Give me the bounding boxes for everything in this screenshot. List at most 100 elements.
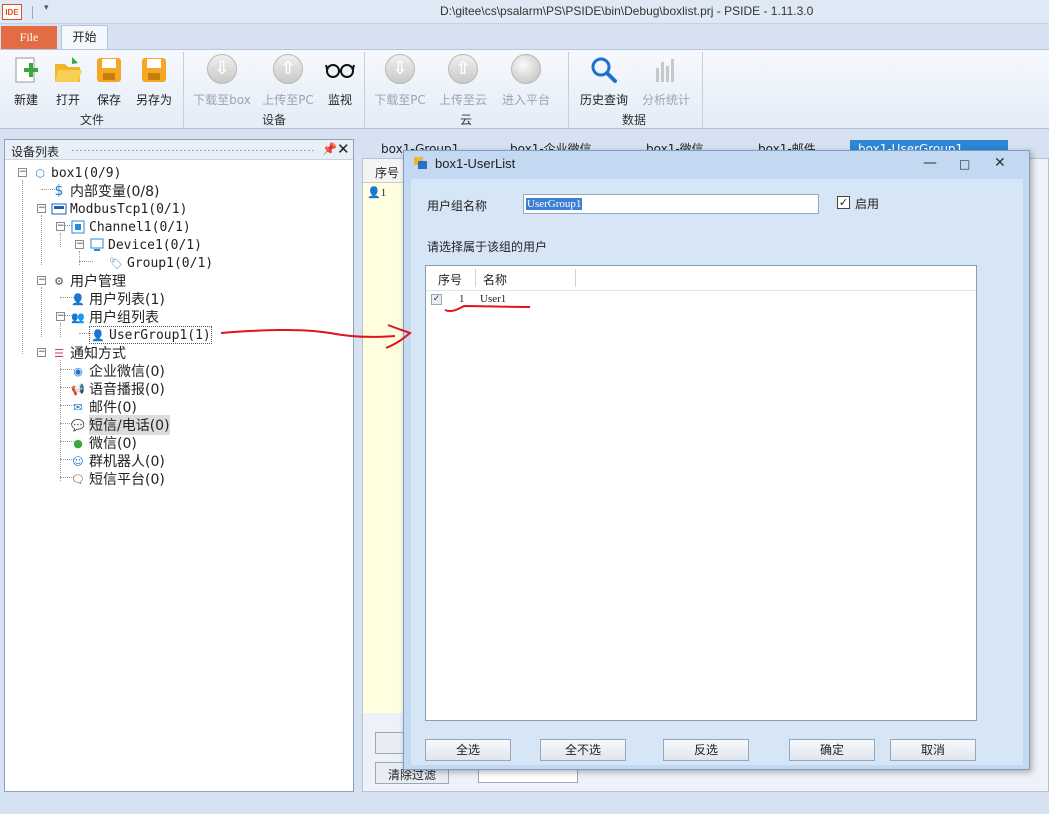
tree-expander[interactable]: − xyxy=(56,222,65,231)
enable-checkbox[interactable]: ✓ xyxy=(837,196,850,209)
tag-icon: 🏷 xyxy=(109,256,123,270)
save-as-button[interactable]: 另存为 xyxy=(133,54,175,108)
chart-icon xyxy=(650,54,682,86)
new-button[interactable]: 新建 xyxy=(8,54,44,108)
tree-node-device1[interactable]: Device1(0/1) xyxy=(89,236,202,254)
cancel-button[interactable]: 取消 xyxy=(890,739,976,761)
email-icon: ✉ xyxy=(73,400,83,414)
tree-node-notification-methods[interactable]: ☰ 通知方式 xyxy=(51,344,126,362)
save-icon xyxy=(93,54,125,86)
quick-access-dropdown-icon[interactable]: ▾ xyxy=(44,3,49,13)
group-name-label: 用户组名称 xyxy=(427,199,488,213)
group-name-input[interactable]: UserGroup1 xyxy=(523,194,819,214)
tree-node-sms-platform[interactable]: 🗨 短信平台(0) xyxy=(70,470,165,488)
window-title: D:\gitee\cs\psalarm\PS\PSIDE\bin\Debug\b… xyxy=(440,4,814,18)
user-icon: 👤 xyxy=(367,186,381,199)
enter-platform-button[interactable]: 进入平台 xyxy=(496,54,556,108)
tree-node-usergroup1[interactable]: 👤 UserGroup1(1) xyxy=(89,326,212,344)
group-label-device: 设备 xyxy=(261,113,286,127)
upload-icon: ⇧ xyxy=(447,54,479,86)
pin-icon[interactable]: 📌 xyxy=(322,142,337,156)
monitor-button[interactable]: 监视 xyxy=(322,54,358,108)
user-list: 序号 名称 ✓ 1 User1 xyxy=(425,265,977,721)
speaker-icon: 📢 xyxy=(71,382,85,396)
channel-icon xyxy=(70,219,86,235)
row-name: User1 xyxy=(480,293,507,305)
group-separator xyxy=(568,52,569,128)
select-none-button[interactable]: 全不选 xyxy=(540,739,626,761)
globe-icon xyxy=(510,54,542,86)
close-icon[interactable]: ✕ xyxy=(337,140,350,158)
close-icon[interactable]: ✕ xyxy=(994,155,1006,171)
open-folder-icon xyxy=(52,54,84,86)
robot-icon: ☺ xyxy=(72,454,84,468)
list-item[interactable]: ✓ 1 User1 xyxy=(426,291,976,309)
column-header-no[interactable]: 序号 xyxy=(438,271,462,288)
tree-node-modbustcp1[interactable]: ModbusTcp1(0/1) xyxy=(51,200,187,218)
maximize-icon[interactable]: □ xyxy=(959,157,970,171)
upload-to-cloud-button[interactable]: ⇧ 上传至云 xyxy=(434,54,492,108)
tree-expander[interactable]: − xyxy=(37,276,46,285)
tree-expander[interactable]: − xyxy=(56,312,65,321)
list-header: 序号 名称 xyxy=(426,266,976,291)
ribbon-toolbar: 新建 打开 保存 另存为 文件 ⇩ 下载至box ⇧ 上传至PC 监视 设备 ⇩… xyxy=(0,49,1049,129)
download-to-pc-button[interactable]: ⇩ 下载至PC xyxy=(370,54,430,108)
upload-to-pc-button[interactable]: ⇧ 上传至PC xyxy=(258,54,318,108)
select-all-button[interactable]: 全选 xyxy=(425,739,511,761)
download-icon: ⇩ xyxy=(206,54,238,86)
group-label-data: 数据 xyxy=(621,113,646,127)
tree-node-group1[interactable]: 🏷 Group1(0/1) xyxy=(108,254,213,272)
tree-node-voice[interactable]: 📢 语音播报(0) xyxy=(70,380,165,398)
tree-node-group-robot[interactable]: ☺ 群机器人(0) xyxy=(70,452,165,470)
save-as-icon xyxy=(138,54,170,86)
dialog-title: box1-UserList xyxy=(435,156,516,171)
tab-home[interactable]: 开始 xyxy=(61,25,108,50)
monitor-icon xyxy=(89,237,105,253)
dialog-body: 用户组名称 UserGroup1 ✓ 启用 请选择属于该组的用户 序号 名称 ✓… xyxy=(411,179,1023,765)
group-separator xyxy=(364,52,365,128)
users-icon: 👥 xyxy=(71,310,85,324)
invert-selection-button[interactable]: 反选 xyxy=(663,739,749,761)
analysis-stats-button[interactable]: 分析统计 xyxy=(638,54,694,108)
tree-expander[interactable]: − xyxy=(37,204,46,213)
tree-node-user-management[interactable]: ⚙ 用户管理 xyxy=(51,272,126,290)
save-button[interactable]: 保存 xyxy=(91,54,127,108)
wechat-icon: ● xyxy=(73,436,83,450)
row-checkbox[interactable]: ✓ xyxy=(431,294,442,305)
user-settings-icon: ⚙ xyxy=(54,274,64,288)
dialog-titlebar: box1-UserList — □ ✕ xyxy=(404,151,1029,179)
tree-expander[interactable]: − xyxy=(37,348,46,357)
tree-node-box1[interactable]: ⬡ box1(0/9) xyxy=(32,164,121,182)
userlist-dialog: box1-UserList — □ ✕ 用户组名称 UserGroup1 ✓ 启… xyxy=(403,150,1030,770)
app-window-icon xyxy=(414,157,428,169)
search-icon xyxy=(588,54,620,86)
notification-icon: ☰ xyxy=(54,346,64,360)
enable-label: 启用 xyxy=(855,197,880,211)
download-to-box-button[interactable]: ⇩ 下载至box xyxy=(190,54,254,108)
column-divider xyxy=(475,269,476,287)
tree-node-internal-vars[interactable]: $ 内部变量(0/8) xyxy=(51,182,160,200)
group-separator xyxy=(702,52,703,128)
history-query-button[interactable]: 历史查询 xyxy=(576,54,632,108)
tree-node-wechat[interactable]: ● 微信(0) xyxy=(70,434,137,452)
minimize-icon[interactable]: — xyxy=(923,155,937,171)
box-icon: ⬡ xyxy=(35,166,45,180)
tree-node-email[interactable]: ✉ 邮件(0) xyxy=(70,398,136,416)
column-header-name[interactable]: 名称 xyxy=(483,271,507,288)
tab-file[interactable]: File xyxy=(1,26,57,49)
quick-access-separator xyxy=(32,6,33,19)
tree-expander[interactable]: − xyxy=(18,168,27,177)
tree-node-sms-phone[interactable]: 💬 短信/电话(0) xyxy=(70,415,170,435)
tree-node-channel1[interactable]: Channel1(0/1) xyxy=(70,218,191,236)
sms-icon: 💬 xyxy=(71,418,85,432)
ok-button[interactable]: 确定 xyxy=(789,739,875,761)
panel-title: 设备列表 xyxy=(11,145,60,159)
tree-node-user-list[interactable]: 👤 用户列表(1) xyxy=(70,290,165,308)
glasses-icon xyxy=(324,54,356,86)
tree-node-user-group-list[interactable]: 👥 用户组列表 xyxy=(70,308,159,326)
tree-node-wecom[interactable]: ◉ 企业微信(0) xyxy=(70,362,165,380)
grid-row[interactable]: 👤1 xyxy=(367,186,386,199)
user-icon: 👤 xyxy=(71,292,85,306)
tree-expander[interactable]: − xyxy=(75,240,84,249)
open-button[interactable]: 打开 xyxy=(50,54,86,108)
